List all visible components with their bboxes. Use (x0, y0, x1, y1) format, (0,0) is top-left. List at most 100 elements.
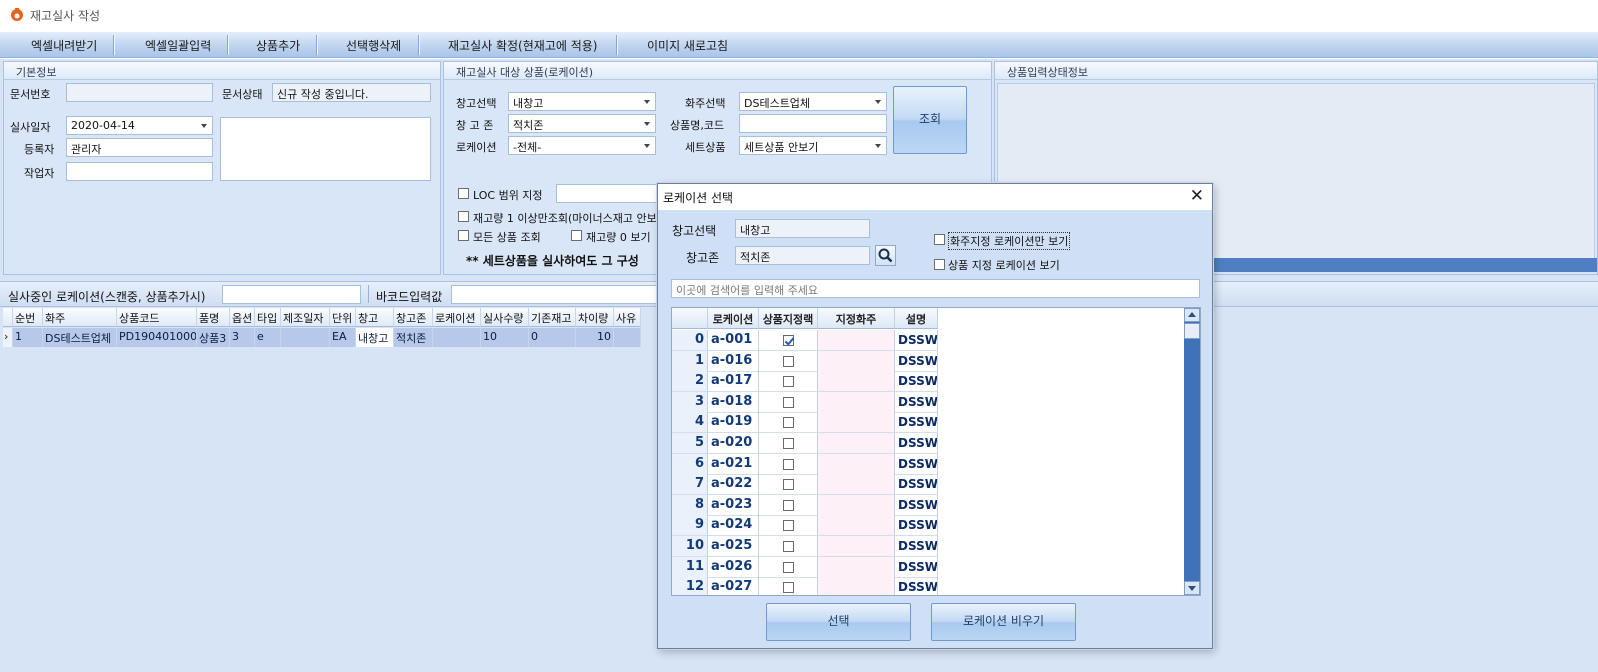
grid-cell[interactable]: 내창고 (356, 328, 394, 347)
barcode-field[interactable] (451, 285, 661, 304)
grid-cell[interactable]: 10 (481, 328, 529, 347)
set-product-select[interactable]: 세트상품 안보기 (739, 136, 887, 155)
assigned-owner[interactable] (818, 454, 895, 475)
search-button[interactable]: 조회 (893, 86, 967, 154)
location-description[interactable]: DSSW (895, 495, 938, 516)
location-description[interactable]: DSSW (895, 392, 938, 413)
location-row[interactable]: 7 a-022 DSSW (672, 474, 1184, 495)
location-code[interactable]: a-001 (708, 330, 759, 351)
assigned-owner[interactable] (818, 433, 895, 454)
scroll-down-icon[interactable] (1184, 581, 1200, 595)
location-row[interactable]: 6 a-021 DSSW (672, 454, 1184, 475)
loc-range-checkbox[interactable] (458, 188, 469, 199)
product-rack-checkbox[interactable] (782, 520, 794, 531)
table-row[interactable]: › 1 DS테스트업체 PD1904010003 상품3 3 e EA 내창고 … (3, 328, 643, 347)
row-index[interactable]: 4 (672, 412, 708, 433)
assigned-owner[interactable] (818, 412, 895, 433)
clear-location-button[interactable]: 로케이션 비우기 (931, 603, 1076, 641)
grid-cell[interactable]: 상품3 (197, 328, 230, 347)
location-code[interactable]: a-026 (708, 557, 759, 578)
close-icon[interactable]: ✕ (1190, 186, 1204, 206)
grid-cell[interactable]: 3 (230, 328, 255, 347)
location-row[interactable]: 0 a-001 DSSW (672, 330, 1184, 351)
product-rack-cell[interactable] (759, 557, 818, 578)
row-index[interactable]: 5 (672, 433, 708, 454)
location-code[interactable]: a-023 (708, 495, 759, 516)
product-rack-checkbox[interactable] (782, 335, 794, 346)
location-description[interactable]: DSSW (895, 577, 938, 595)
product-rack-cell[interactable] (759, 577, 818, 595)
location-code[interactable]: a-017 (708, 371, 759, 392)
grid-column-header[interactable]: 창고 (356, 308, 394, 327)
product-rack-cell[interactable] (759, 495, 818, 516)
assigned-owner[interactable] (818, 536, 895, 557)
product-rack-checkbox[interactable] (782, 582, 794, 593)
grid-cell[interactable]: 0 (529, 328, 576, 347)
search-icon[interactable] (875, 245, 896, 266)
grid-cell[interactable]: DS테스트업체 (43, 328, 117, 347)
product-rack-checkbox[interactable] (782, 562, 794, 573)
location-row[interactable]: 3 a-018 DSSW (672, 392, 1184, 413)
location-row[interactable]: 11 a-026 DSSW (672, 557, 1184, 578)
grid-cell[interactable] (433, 328, 481, 347)
product-rack-cell[interactable] (759, 536, 818, 557)
assigned-owner[interactable] (818, 392, 895, 413)
location-code[interactable]: a-018 (708, 392, 759, 413)
row-index[interactable]: 1 (672, 351, 708, 372)
grid-cell[interactable]: 1 (13, 328, 43, 347)
memo-field[interactable] (220, 117, 431, 181)
product-rack-cell[interactable] (759, 371, 818, 392)
grid-cell[interactable] (281, 328, 330, 347)
location-code[interactable]: a-027 (708, 577, 759, 595)
row-index[interactable]: 9 (672, 515, 708, 536)
product-rack-cell[interactable] (759, 392, 818, 413)
grid-column-header[interactable]: 차이량 (576, 308, 614, 327)
location-description[interactable]: DSSW (895, 557, 938, 578)
grid-cell[interactable]: e (255, 328, 281, 347)
row-index[interactable]: 11 (672, 557, 708, 578)
location-description[interactable]: DSSW (895, 330, 938, 351)
location-code[interactable]: a-024 (708, 515, 759, 536)
assigned-owner[interactable] (818, 557, 895, 578)
location-code[interactable]: a-016 (708, 351, 759, 372)
confirm-stocktake-button[interactable]: 재고실사 확정(현재고에 적용) (448, 37, 597, 54)
zone-select[interactable]: 적치존 (508, 114, 656, 133)
row-index[interactable]: 3 (672, 392, 708, 413)
location-row[interactable]: 12 a-027 DSSW (672, 577, 1184, 595)
grid-cell[interactable]: 적치존 (394, 328, 433, 347)
row-index[interactable]: 10 (672, 536, 708, 557)
location-code[interactable]: a-020 (708, 433, 759, 454)
product-rack-cell[interactable] (759, 412, 818, 433)
location-select[interactable]: -전체- (508, 136, 656, 155)
product-rack-checkbox[interactable] (782, 500, 794, 511)
product-rack-cell[interactable] (759, 433, 818, 454)
assigned-owner[interactable] (818, 474, 895, 495)
row-index[interactable]: 8 (672, 495, 708, 516)
product-rack-checkbox[interactable] (782, 356, 794, 367)
product-rack-checkbox[interactable] (782, 459, 794, 470)
location-description[interactable]: DSSW (895, 474, 938, 495)
grid-column-header[interactable]: 단위 (330, 308, 356, 327)
select-button[interactable]: 선택 (766, 603, 911, 641)
location-description[interactable]: DSSW (895, 371, 938, 392)
list-scrollbar[interactable] (1184, 308, 1200, 595)
location-code[interactable]: a-025 (708, 536, 759, 557)
location-search-input[interactable]: 이곳에 검색어를 입력해 주세요 (671, 279, 1200, 298)
grid-column-header[interactable]: 상품코드 (117, 308, 197, 327)
row-index[interactable]: 7 (672, 474, 708, 495)
delete-selected-rows-button[interactable]: 선택행삭제 (346, 37, 401, 54)
product-rack-cell[interactable] (759, 474, 818, 495)
grid-column-header[interactable]: 실사수량 (481, 308, 529, 327)
row-index[interactable]: 12 (672, 577, 708, 595)
grid-column-header[interactable]: 옵션 (230, 308, 255, 327)
product-rack-cell[interactable] (759, 515, 818, 536)
location-row[interactable]: 1 a-016 DSSW (672, 351, 1184, 372)
date-picker[interactable]: 2020-04-14 (66, 116, 213, 135)
grid-column-header[interactable]: 제조일자 (281, 308, 330, 327)
stock-zero-checkbox[interactable] (571, 230, 582, 241)
all-products-checkbox[interactable] (458, 230, 469, 241)
owner-select[interactable]: DS테스트업체 (739, 92, 887, 111)
grid-column-header[interactable]: 화주 (43, 308, 117, 327)
scroll-up-icon[interactable] (1184, 308, 1200, 322)
product-rack-checkbox[interactable] (782, 397, 794, 408)
